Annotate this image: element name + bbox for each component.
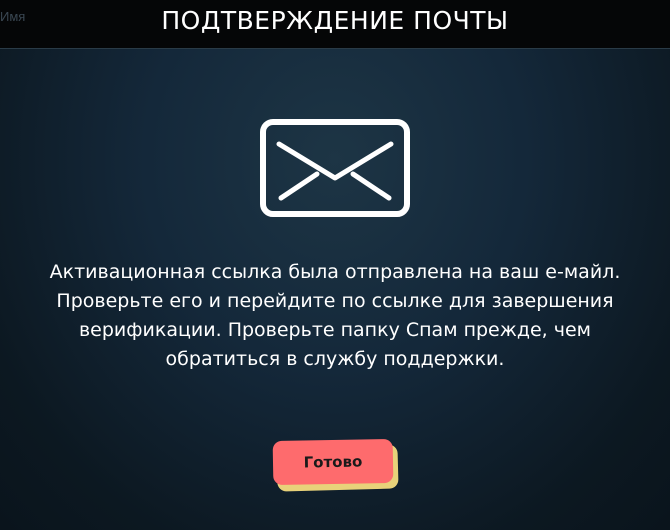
email-confirmation-dialog: Имя ПОДТВЕРЖДЕНИЕ ПОЧТЫ Активационная сс… [0, 0, 670, 530]
done-button[interactable]: Готово [272, 438, 394, 486]
message-line: обратиться в службу поддержки. [165, 348, 505, 370]
dialog-header: Имя ПОДТВЕРЖДЕНИЕ ПОЧТЫ [0, 0, 670, 49]
envelope-icon [259, 118, 411, 218]
message-line: верификации. Проверьте папку Спам прежде… [78, 319, 592, 341]
confirmation-message: Активационная ссылка была отправлена на … [20, 258, 650, 374]
dialog-title: ПОДТВЕРЖДЕНИЕ ПОЧТЫ [161, 6, 509, 35]
message-line: Активационная ссылка была отправлена на … [49, 261, 621, 283]
message-line: Проверьте его и перейдите по ссылке для … [56, 290, 614, 312]
